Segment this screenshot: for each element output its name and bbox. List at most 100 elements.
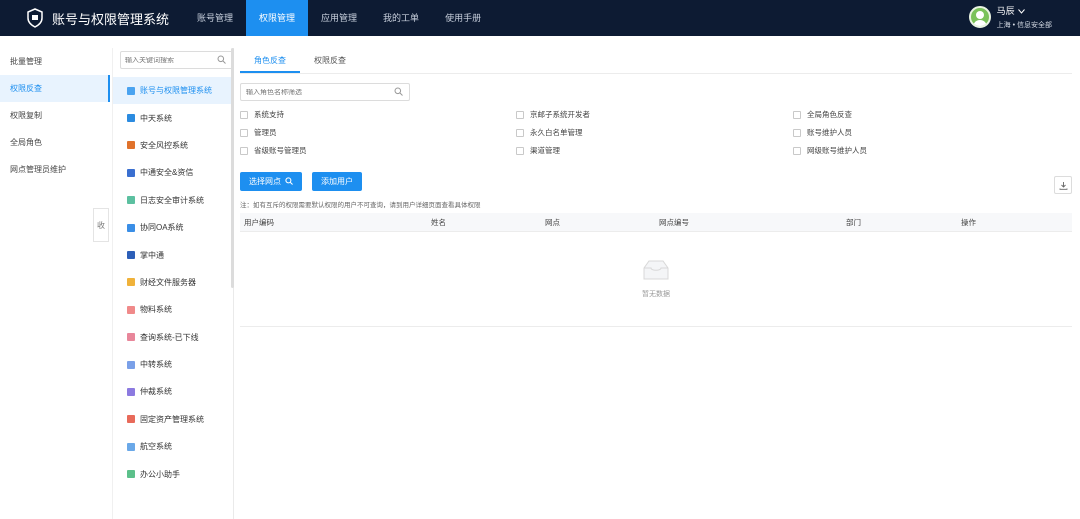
role-option[interactable]: 网级账号维护人员 bbox=[793, 145, 973, 156]
role-option[interactable]: 系统支持 bbox=[240, 109, 516, 120]
system-label: 物料系统 bbox=[140, 305, 172, 315]
leftnav-permission-lookup[interactable]: 权限反查 bbox=[0, 75, 110, 102]
role-checkbox[interactable] bbox=[793, 128, 801, 137]
leftnav-batch-management[interactable]: 批量管理 bbox=[0, 48, 110, 75]
system-panel: 账号与权限管理系统中天系统安全风控系统中通安全&资信日志安全审计系统协同OA系统… bbox=[112, 48, 234, 519]
system-list-item[interactable]: 中转系统 bbox=[113, 351, 233, 378]
column-branch[interactable]: 网点 bbox=[541, 217, 655, 228]
app-icon bbox=[127, 415, 135, 424]
role-option[interactable]: 渠道管理 bbox=[516, 145, 793, 156]
system-label: 中天系统 bbox=[140, 113, 172, 123]
shield-logo-icon bbox=[26, 8, 44, 28]
tab-permission-lookup[interactable]: 权限反查 bbox=[300, 48, 360, 73]
system-list-scrollbar[interactable] bbox=[231, 48, 234, 288]
app-icon bbox=[127, 168, 135, 177]
tab-role-lookup[interactable]: 角色反查 bbox=[240, 48, 300, 73]
system-label: 财经文件服务器 bbox=[140, 277, 196, 287]
table-header: 用户编码 姓名 网点 网点编号 部门 操作 bbox=[240, 213, 1072, 232]
system-label: 固定资产管理系统 bbox=[140, 414, 204, 424]
empty-state: 暂无数据 bbox=[240, 232, 1072, 327]
nav-my-tickets[interactable]: 我的工单 bbox=[370, 0, 432, 36]
app-icon bbox=[127, 114, 135, 123]
leftnav-global-roles[interactable]: 全局角色 bbox=[0, 129, 110, 156]
role-checkbox[interactable] bbox=[516, 146, 524, 155]
system-list-item[interactable]: 查询系统-已下线 bbox=[113, 324, 233, 351]
system-list-item[interactable]: 协同OA系统 bbox=[113, 214, 233, 241]
system-list-item[interactable]: 物料系统 bbox=[113, 296, 233, 323]
chevron-down-icon[interactable] bbox=[1017, 6, 1025, 16]
role-option[interactable]: 京邮子系统开发者 bbox=[516, 109, 793, 120]
system-list-item[interactable]: 办公小助手 bbox=[113, 460, 233, 487]
role-checkbox-grid: 系统支持 京邮子系统开发者 全局角色反查管理员 永久白名单管理 账号维护人员省级账号管理… bbox=[240, 109, 1072, 156]
role-checkbox[interactable] bbox=[240, 146, 248, 155]
nav-permission-management[interactable]: 权限管理 bbox=[246, 0, 309, 36]
role-label: 省级账号管理员 bbox=[254, 146, 307, 155]
role-label: 系统支持 bbox=[254, 110, 284, 119]
column-user-code[interactable]: 用户编码 bbox=[240, 217, 427, 228]
empty-box-icon bbox=[641, 259, 671, 283]
system-label: 航空系统 bbox=[140, 442, 172, 452]
role-option[interactable]: 管理员 bbox=[240, 127, 516, 138]
role-checkbox[interactable] bbox=[240, 128, 248, 137]
system-list-item[interactable]: 固定资产管理系统 bbox=[113, 406, 233, 433]
role-checkbox[interactable] bbox=[516, 128, 524, 137]
column-name[interactable]: 姓名 bbox=[427, 217, 541, 228]
app-title: 账号与权限管理系统 bbox=[52, 11, 170, 27]
user-menu[interactable]: 马辰 上海 • 信息安全部 bbox=[968, 4, 1052, 30]
system-list-item[interactable]: 财经文件服务器 bbox=[113, 269, 233, 296]
system-list-item[interactable]: 仲裁系统 bbox=[113, 378, 233, 405]
permission-note: 注：如有互斥的权限需要默认权限的用户不可查询，请到用户详细页面查看具体权限 bbox=[240, 202, 481, 209]
leftnav-branch-admin[interactable]: 网点管理员维护 bbox=[0, 156, 110, 183]
empty-text: 暂无数据 bbox=[642, 291, 670, 298]
search-icon[interactable] bbox=[217, 55, 226, 66]
app-icon bbox=[127, 470, 135, 479]
role-option[interactable]: 全局角色反查 bbox=[793, 109, 973, 120]
role-label: 永久白名单管理 bbox=[530, 128, 583, 137]
top-bar: 账号与权限管理系统 账号管理 权限管理 应用管理 我的工单 使用手册 马辰 上海… bbox=[0, 0, 1080, 36]
leftnav-permission-copy[interactable]: 权限复制 bbox=[0, 102, 110, 129]
role-option[interactable]: 账号维护人员 bbox=[793, 127, 973, 138]
select-branch-button[interactable]: 选择网点 bbox=[240, 172, 302, 191]
app-icon bbox=[127, 360, 135, 369]
system-list-item[interactable]: 中天系统 bbox=[113, 104, 233, 131]
nav-app-management[interactable]: 应用管理 bbox=[308, 0, 370, 36]
column-branch-code[interactable]: 网点编号 bbox=[655, 217, 842, 228]
add-user-button[interactable]: 添加用户 bbox=[312, 172, 362, 191]
nav-account-management[interactable]: 账号管理 bbox=[184, 0, 246, 36]
system-label: 仲裁系统 bbox=[140, 387, 172, 397]
system-list-item[interactable]: 安全风控系统 bbox=[113, 132, 233, 159]
collapse-sidebar-button[interactable]: 收 bbox=[93, 208, 109, 242]
system-search-box[interactable] bbox=[120, 51, 233, 69]
avatar[interactable] bbox=[968, 6, 991, 28]
system-list-item[interactable]: 日志安全审计系统 bbox=[113, 187, 233, 214]
role-search-box[interactable] bbox=[240, 83, 410, 101]
system-list-item[interactable]: 掌中通 bbox=[113, 241, 233, 268]
system-search-input[interactable] bbox=[125, 56, 217, 64]
system-label: 安全风控系统 bbox=[140, 140, 188, 150]
system-list-item[interactable]: 航空系统 bbox=[113, 433, 233, 460]
role-option[interactable]: 永久白名单管理 bbox=[516, 127, 793, 138]
app-icon bbox=[127, 141, 135, 150]
app-icon bbox=[127, 86, 135, 95]
role-checkbox[interactable] bbox=[793, 110, 801, 119]
action-bar: 选择网点 添加用户 bbox=[240, 172, 1072, 191]
app-icon bbox=[127, 278, 135, 287]
system-list-item[interactable]: 中通安全&资信 bbox=[113, 159, 233, 186]
nav-user-manual[interactable]: 使用手册 bbox=[432, 0, 494, 36]
download-icon[interactable] bbox=[1054, 176, 1072, 194]
role-search-input[interactable] bbox=[246, 88, 394, 96]
user-org: 上海 • 信息安全部 bbox=[996, 22, 1052, 29]
user-table: 用户编码 姓名 网点 网点编号 部门 操作 暂无数据 bbox=[240, 213, 1072, 327]
column-department[interactable]: 部门 bbox=[842, 217, 957, 228]
system-list-item[interactable]: 账号与权限管理系统 bbox=[113, 77, 233, 105]
role-checkbox[interactable] bbox=[793, 146, 801, 155]
role-checkbox[interactable] bbox=[240, 110, 248, 119]
column-actions[interactable]: 操作 bbox=[957, 217, 1072, 228]
tabs: 角色反查 权限反查 bbox=[240, 48, 1072, 74]
main-content: 角色反查 权限反查 系统支持 京邮子系统开发者 全局角色反查管理员 永久白名单管理 账号… bbox=[240, 48, 1072, 519]
app-icon bbox=[127, 387, 135, 396]
role-option[interactable]: 省级账号管理员 bbox=[240, 145, 516, 156]
search-icon[interactable] bbox=[394, 87, 403, 98]
role-checkbox[interactable] bbox=[516, 110, 524, 119]
app-icon bbox=[127, 333, 135, 342]
